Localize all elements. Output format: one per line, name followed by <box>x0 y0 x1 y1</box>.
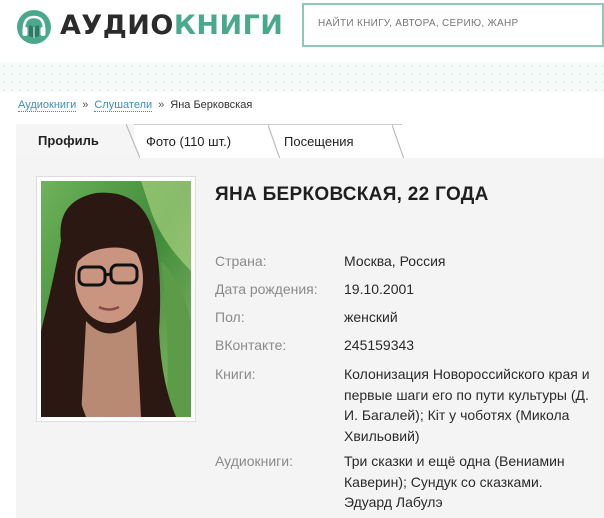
breadcrumb-separator: » <box>82 99 89 111</box>
profile-tabs: Посещения Фото (110 шт.) Профиль <box>16 124 404 159</box>
breadcrumb-link-listeners[interactable]: Слушатели <box>94 99 153 112</box>
breadcrumb-separator: » <box>158 99 165 111</box>
field-label-vkontakte: ВКонтакте: <box>215 337 287 353</box>
field-value-birthdate: 19.10.2001 <box>344 281 415 297</box>
field-value-country: Москва, Россия <box>344 253 446 269</box>
profile-photo[interactable] <box>36 176 196 422</box>
field-value-gender: женский <box>344 309 398 325</box>
profile-name: ЯНА БЕРКОВСКАЯ, 22 ГОДА <box>215 184 489 205</box>
field-label-gender: Пол: <box>215 309 245 325</box>
avatar-image <box>41 181 191 417</box>
avatar <box>41 181 191 417</box>
field-label-books: Книги: <box>215 366 256 382</box>
tab-visits[interactable]: Посещения <box>268 124 404 159</box>
tab-photos-label: Фото (110 шт.) <box>146 134 232 149</box>
field-value-audiobooks: Три сказки и ещё одна (Вениамин Каверин)… <box>344 453 565 510</box>
field-value-books: Колонизация Новороссийского края и первы… <box>344 366 590 444</box>
tab-photos[interactable]: Фото (110 шт.) <box>128 124 280 159</box>
field-value-vkontakte[interactable]: 245159343 <box>344 335 584 356</box>
tab-visits-label: Посещения <box>284 134 354 149</box>
tab-edge <box>392 125 404 159</box>
site-logo[interactable]: АУДИОКНИГИ <box>60 8 283 44</box>
logo-part1: АУДИО <box>60 10 174 41</box>
tab-profile-label: Профиль <box>38 133 99 148</box>
field-label-birthdate: Дата рождения: <box>215 281 318 297</box>
logo-part2: КНИГИ <box>173 10 284 41</box>
site-header: АУДИОКНИГИ НАЙТИ КНИГУ, АВТОРА, СЕРИЮ, Ж… <box>0 0 604 62</box>
search-placeholder: НАЙТИ КНИГУ, АВТОРА, СЕРИЮ, ЖАНР <box>318 18 519 29</box>
field-label-country: Страна: <box>215 253 267 269</box>
field-label-audiobooks: Аудиокниги: <box>215 453 293 469</box>
decorative-pattern-strip <box>0 62 604 92</box>
breadcrumb: Аудиокниги » Слушатели » Яна Берковская <box>18 99 253 112</box>
tab-profile[interactable]: Профиль <box>16 124 134 158</box>
tab-edge <box>268 125 280 159</box>
headphones-book-icon[interactable] <box>16 9 52 45</box>
breadcrumb-link-audiobooks[interactable]: Аудиокниги <box>18 99 77 112</box>
search-input[interactable]: НАЙТИ КНИГУ, АВТОРА, СЕРИЮ, ЖАНР <box>302 3 604 47</box>
tab-edge <box>126 124 140 158</box>
breadcrumb-current: Яна Берковская <box>170 99 253 111</box>
